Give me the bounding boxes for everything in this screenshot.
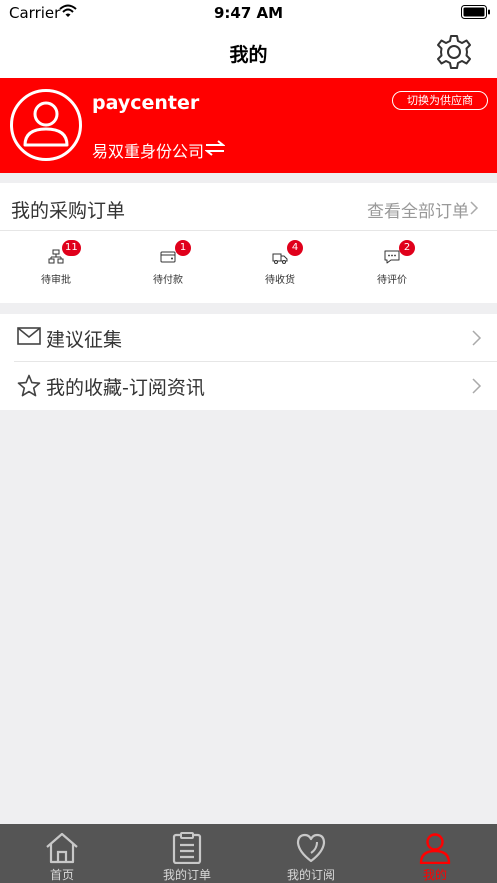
chevron-right-icon [472,330,482,346]
profile-header: paycenter 切换为供应商 易双重身份公司 [0,78,497,173]
star-icon [17,374,41,397]
tab-my-subscriptions[interactable]: 我的订阅 [256,824,366,883]
page-title: 我的 [229,44,268,66]
view-all-orders-link[interactable]: 查看全部订单 [367,197,469,222]
order-status-pending-delivery[interactable]: 4 待收货 [240,240,320,293]
badge-count: 4 [287,240,303,256]
purchase-orders-card: 我的采购订单 查看全部订单 11 待审批 1 待付款 4 待收货 2 待评价 [0,183,497,303]
badge-count: 2 [399,240,415,256]
order-status-label: 待付款 [153,275,183,286]
menu-item-label: 建议征集 [46,329,123,351]
menu-item-favorites[interactable]: 我的收藏-订阅资讯 [0,362,497,410]
user-icon [23,101,69,147]
tab-home[interactable]: 首页 [7,824,117,883]
battery-icon [461,5,490,19]
status-bar: Carrier 9:47 AM [0,0,497,26]
clock: 9:47 AM [213,4,284,22]
order-status-label: 待审批 [41,275,71,286]
menu-item-suggestions[interactable]: 建议征集 [0,314,497,362]
chevron-right-icon [472,378,482,394]
menu-item-label: 我的收藏-订阅资讯 [46,377,205,399]
tab-me[interactable]: 我的 [380,824,490,883]
tab-label: 我的订单 [162,868,211,882]
gear-icon[interactable] [434,32,474,72]
chevron-right-icon[interactable] [470,201,479,215]
home-icon [46,832,78,864]
wallet-icon [160,251,176,263]
badge-count: 1 [175,240,191,256]
clipboard-icon [172,832,202,864]
orders-header: 我的采购订单 查看全部订单 [0,183,497,231]
orders-title: 我的采购订单 [11,200,126,222]
tab-label: 我的订阅 [286,868,335,882]
switch-to-supplier-button[interactable]: 切换为供应商 [392,91,488,110]
badge-count: 11 [62,240,81,256]
truck-icon [272,253,288,264]
avatar[interactable] [10,89,82,161]
swap-icon[interactable] [205,140,225,156]
menu-list: 建议征集 我的收藏-订阅资讯 [0,314,497,410]
tab-bar: 首页 我的订单 我的订阅 我的 [0,824,497,883]
mail-icon [17,327,41,345]
user-icon [419,833,451,864]
company-name[interactable]: 易双重身份公司 [92,138,204,162]
order-status-pending-payment[interactable]: 1 待付款 [128,240,208,293]
nav-bar: 我的 [0,26,497,78]
tab-label: 我的 [422,868,447,882]
order-status-pending-review[interactable]: 2 待评价 [352,240,432,293]
approval-icon [48,249,64,264]
order-status-label: 待收货 [265,275,295,286]
heart-icon [296,833,326,863]
tab-my-orders[interactable]: 我的订单 [132,824,242,883]
order-status-pending-approval[interactable]: 11 待审批 [16,240,96,293]
username: paycenter [92,92,200,114]
comment-icon [384,250,400,264]
order-status-label: 待评价 [377,275,407,286]
tab-label: 首页 [49,868,74,882]
